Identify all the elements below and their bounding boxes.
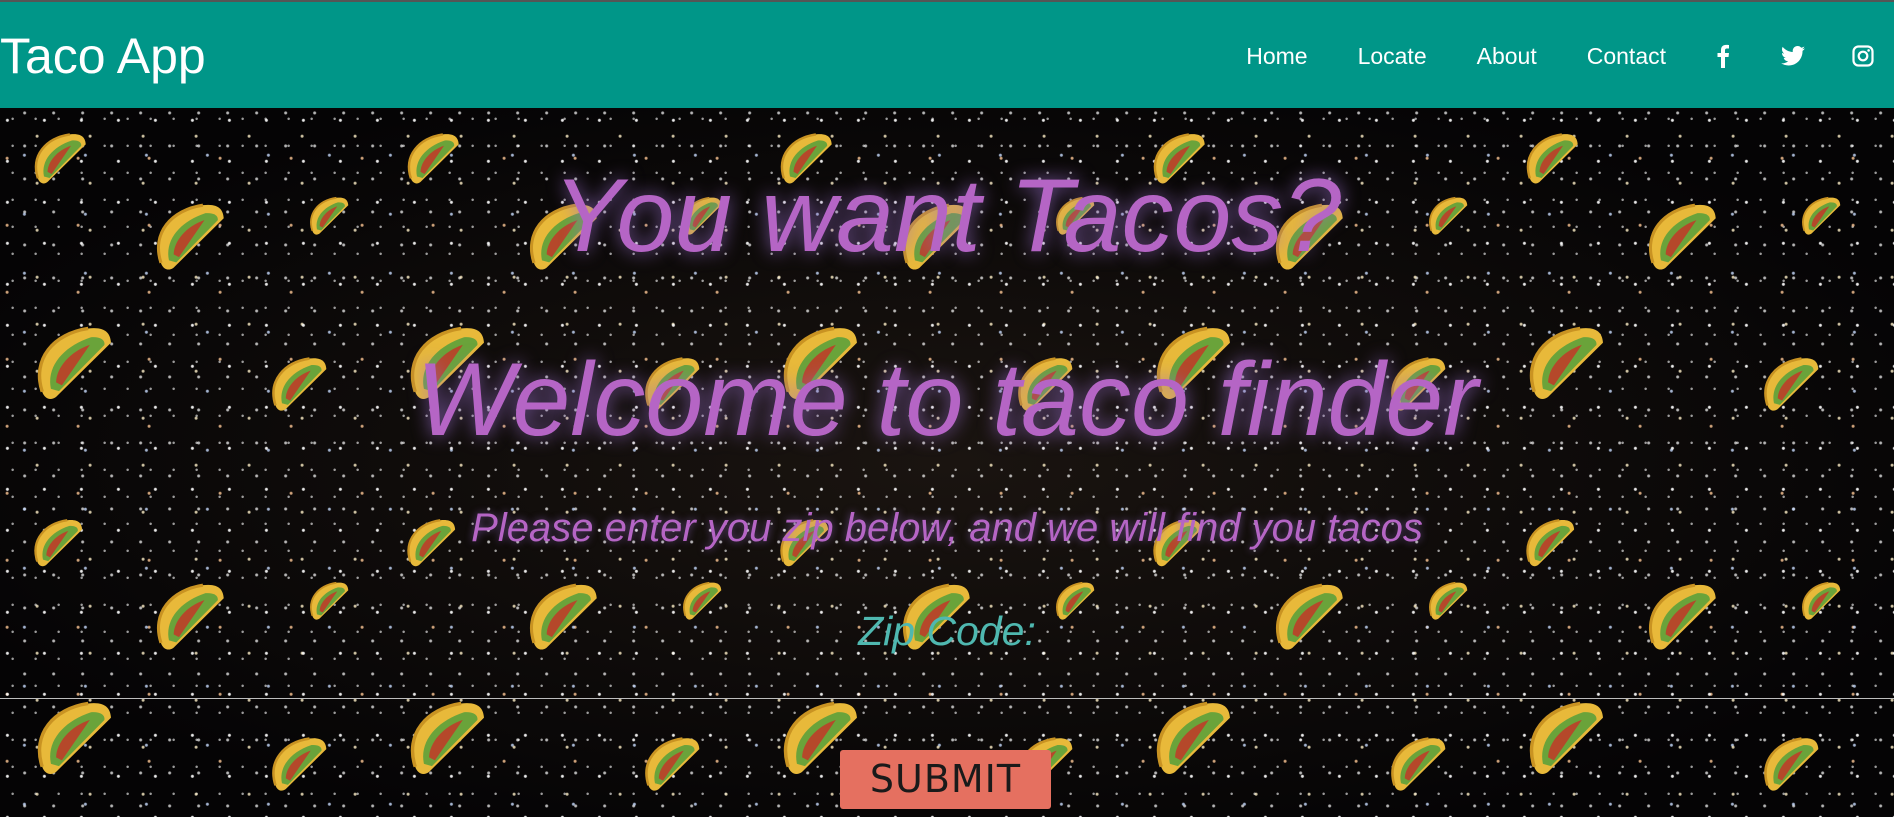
hero-section: You want Tacos? Welcome to taco finder P…	[0, 108, 1894, 817]
nav-links: Home Locate About Contact	[1196, 2, 1894, 110]
nav-link-about[interactable]: About	[1477, 43, 1537, 70]
nav-link-home[interactable]: Home	[1246, 43, 1307, 70]
twitter-icon[interactable]	[1780, 43, 1806, 69]
headline-tacos: You want Tacos?	[552, 158, 1342, 274]
taco-icon	[272, 737, 327, 791]
subtitle: Please enter you zip below, and we will …	[471, 506, 1423, 550]
taco-icon	[645, 737, 700, 791]
navbar: Taco App Home Locate About Contact	[0, 0, 1894, 108]
nav-link-locate[interactable]: Locate	[1358, 43, 1427, 70]
brand-title[interactable]: Taco App	[0, 26, 206, 86]
nav-link-contact[interactable]: Contact	[1587, 43, 1666, 70]
taco-icon	[1764, 737, 1819, 791]
taco-icon	[1391, 737, 1446, 791]
zip-code-label: Zip Code:	[858, 608, 1036, 654]
zip-code-input[interactable]	[0, 698, 1894, 728]
headline-welcome: Welcome to taco finder	[416, 342, 1478, 458]
submit-button[interactable]: SUBMIT	[840, 750, 1051, 809]
instagram-icon[interactable]	[1850, 43, 1876, 69]
facebook-icon[interactable]	[1710, 43, 1736, 69]
